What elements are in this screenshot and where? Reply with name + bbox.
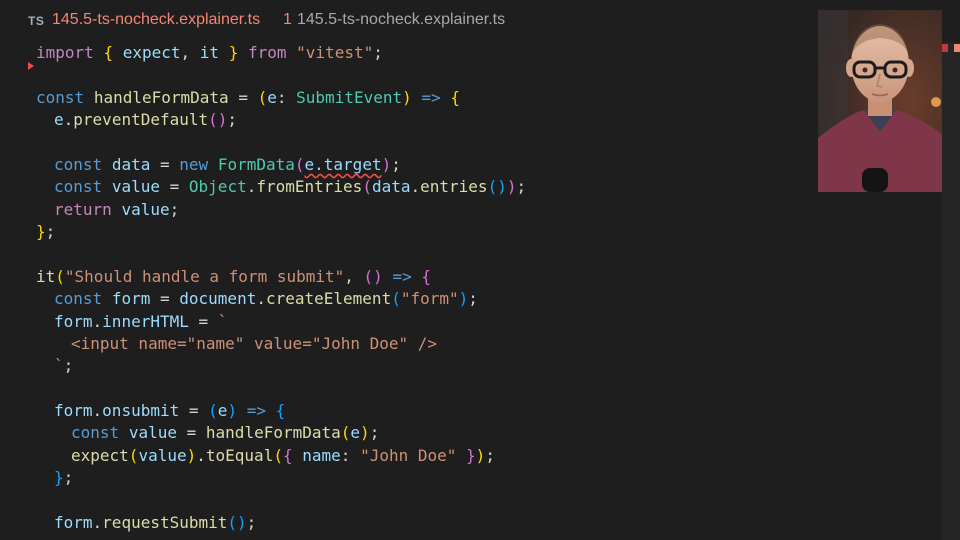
code-line-13: form.innerHTML = ` <box>54 312 228 331</box>
code-line-7: const value = Object.fromEntries(data.en… <box>54 177 527 196</box>
overview-ruler-marker <box>954 44 960 52</box>
vertical-scrollbar[interactable] <box>942 42 960 540</box>
code-line-19: expect(value).toEqual({ name: "John Doe"… <box>71 446 495 465</box>
error-squiggle: e.target <box>304 155 382 174</box>
code-line-8: return value; <box>54 200 180 219</box>
code-line-4: e.preventDefault(); <box>54 110 238 129</box>
overview-ruler-error-mark <box>942 44 948 52</box>
code-line-11: it("Should handle a form submit", () => … <box>36 267 431 286</box>
code-line-12: const form = document.createElement("for… <box>54 289 478 308</box>
code-line-14: <input name="name" value="John Doe" /> <box>71 334 438 353</box>
error-lightbulb-icon[interactable] <box>28 62 34 70</box>
code-line-9: }; <box>36 222 56 241</box>
breadcrumb-file[interactable]: 145.5-ts-nocheck.explainer.ts <box>297 11 505 29</box>
code-line-17: form.onsubmit = (e) => { <box>54 401 286 420</box>
typescript-file-icon: TS <box>28 14 45 28</box>
editor-tab[interactable]: TS 145.5-ts-nocheck.explainer.ts 1 145.5… <box>0 0 960 42</box>
code-line-3: const handleFormData = (e: SubmitEvent) … <box>36 88 460 107</box>
code-line-20: }; <box>54 468 74 487</box>
code-line-15: `; <box>54 356 74 375</box>
code-line-22: form.requestSubmit(); <box>54 513 257 532</box>
problem-count-badge: 1 <box>283 11 292 28</box>
presenter-webcam <box>818 10 942 192</box>
presenter-image <box>818 10 942 192</box>
tab-title[interactable]: 145.5-ts-nocheck.explainer.ts <box>52 11 260 29</box>
code-line-1: import { expect, it } from "vitest"; <box>36 43 383 62</box>
code-line-6: const data = new FormData(e.target); <box>54 155 401 174</box>
code-line-18: const value = handleFormData(e); <box>71 423 380 442</box>
